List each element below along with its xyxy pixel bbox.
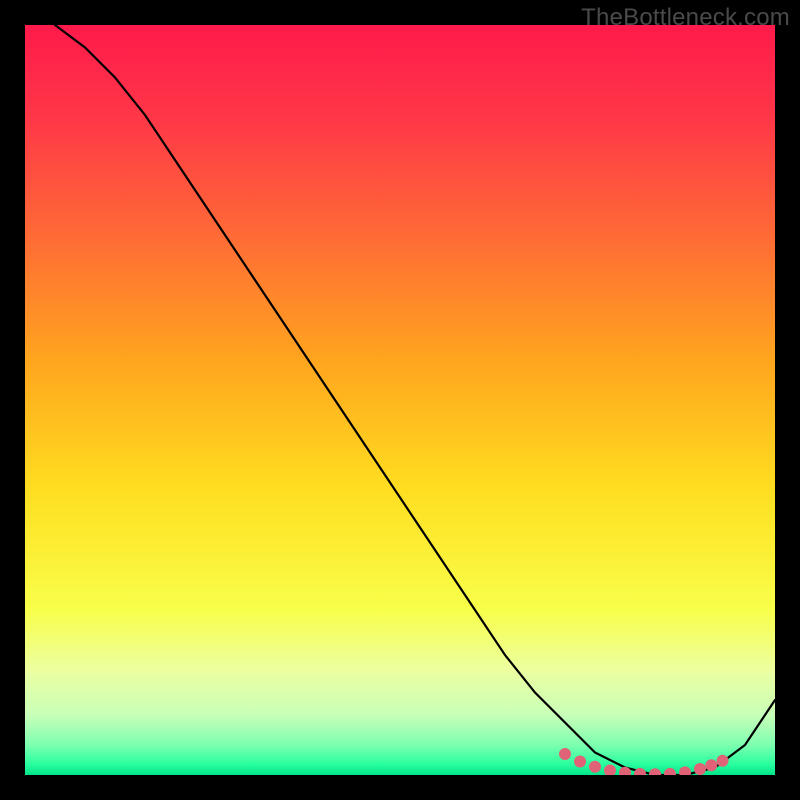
highlight-dot [705,759,717,771]
watermark-text: TheBottleneck.com [581,4,790,32]
highlight-dot [574,756,586,768]
highlight-dot [589,761,601,773]
highlight-dot [559,748,571,760]
highlight-dot [717,755,729,767]
chart-frame: TheBottleneck.com [0,0,800,800]
chart-background [25,25,775,775]
bottleneck-chart [25,25,775,775]
highlight-dot [694,763,706,775]
